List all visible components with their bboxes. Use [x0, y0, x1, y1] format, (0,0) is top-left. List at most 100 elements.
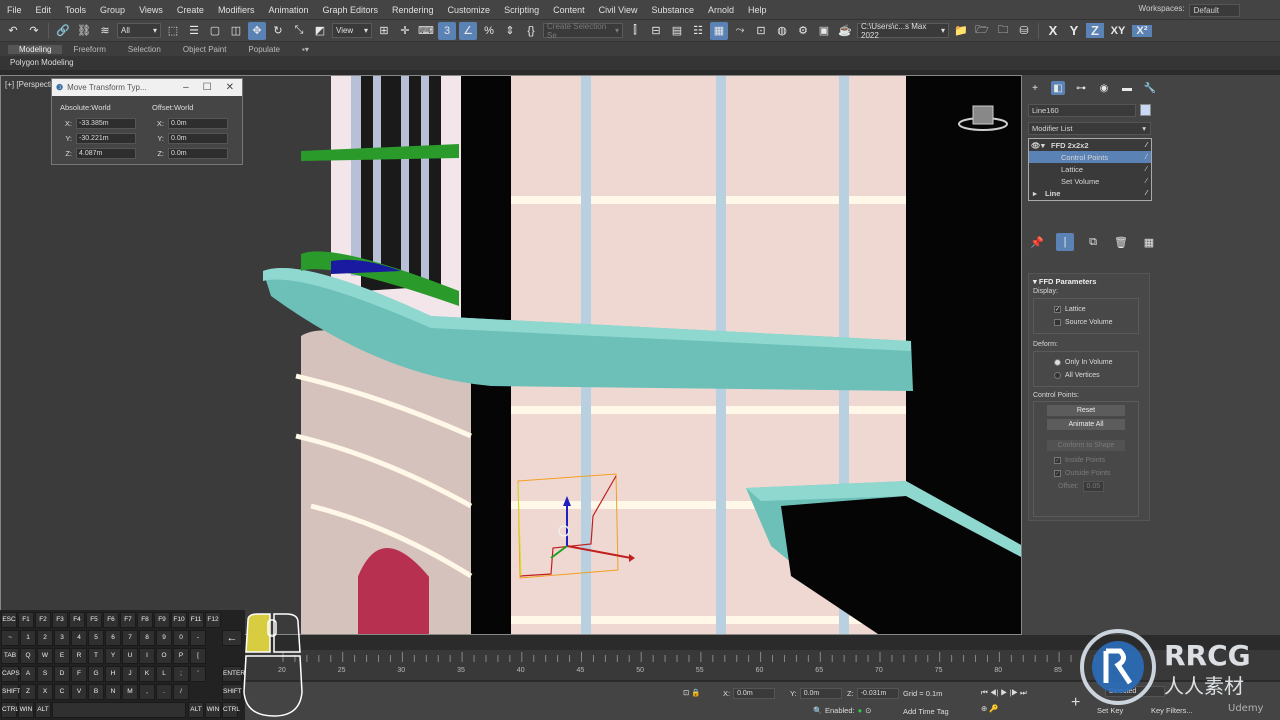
create-tab-icon[interactable]: +: [1028, 81, 1042, 95]
reset-button[interactable]: Reset: [1047, 405, 1125, 416]
menu-scripting[interactable]: Scripting: [497, 5, 546, 15]
absolute-z-spinner[interactable]: 4.087m: [76, 147, 136, 159]
ribbon-tab-object-paint[interactable]: Object Paint: [172, 45, 238, 54]
link-icon[interactable]: 🔗: [54, 22, 72, 40]
asset-tracking-icon[interactable]: ⛁: [1015, 22, 1033, 40]
utilities-tab-icon[interactable]: 🔧: [1143, 81, 1157, 95]
ribbon-tab-selection[interactable]: Selection: [117, 45, 172, 54]
playback-controls[interactable]: ⏮ ◀| ▶ |▶ ⏭: [981, 688, 1027, 698]
animate-all-button[interactable]: Animate All: [1047, 419, 1125, 430]
viewport-label[interactable]: [+] [Perspecti: [5, 80, 52, 89]
z-field[interactable]: -0.031m: [856, 688, 899, 699]
configure-modifier-sets-icon[interactable]: ▦: [1140, 233, 1158, 251]
workspace-selector[interactable]: Workspaces: Default: [1139, 4, 1240, 17]
menu-group[interactable]: Group: [93, 5, 132, 15]
eye-icon[interactable]: 👁: [1031, 141, 1041, 150]
project-folder-dropdown[interactable]: C:\Users\c...s Max 2022 ▾: [857, 22, 949, 40]
open-folder-icon[interactable]: 🗁: [973, 22, 991, 40]
move-icon[interactable]: ✥: [248, 21, 266, 40]
reference-coordinate-dropdown[interactable]: View ▾: [332, 23, 372, 38]
expand-icon[interactable]: ▾: [1041, 141, 1051, 150]
menu-customize[interactable]: Customize: [441, 5, 498, 15]
curve-editor-icon[interactable]: ⤳: [731, 22, 749, 40]
menu-edit[interactable]: Edit: [29, 5, 59, 15]
absolute-y-spinner[interactable]: -30.221m: [76, 132, 136, 144]
object-name-field[interactable]: Line160: [1028, 104, 1136, 117]
ribbon-tab-modeling[interactable]: Modeling: [8, 44, 63, 54]
percent-snap-icon[interactable]: %: [480, 22, 498, 40]
axis-y-button[interactable]: Y: [1065, 23, 1083, 38]
toggle-scene-explorer-icon[interactable]: ▤: [668, 22, 686, 40]
render-setup-icon[interactable]: ⚙: [794, 22, 812, 40]
menu-rendering[interactable]: Rendering: [385, 5, 441, 15]
manipulate-icon[interactable]: ✛: [396, 22, 414, 40]
time-tag-icon[interactable]: 🔍: [813, 706, 822, 715]
add-time-tag[interactable]: Add Time Tag: [903, 707, 949, 716]
axis-x-button[interactable]: X: [1044, 23, 1062, 38]
render-production-icon[interactable]: ☕: [836, 22, 854, 40]
spinner-snap-icon[interactable]: ⇕: [501, 22, 519, 40]
motion-tab-icon[interactable]: ◉: [1097, 81, 1111, 95]
modifier-list-dropdown[interactable]: Modifier List ▾: [1028, 122, 1151, 135]
schematic-view-icon[interactable]: ⊡: [752, 22, 770, 40]
pin-stack-icon[interactable]: 📌: [1028, 233, 1046, 251]
y-field[interactable]: 0.0m: [799, 688, 842, 699]
selection-filter-dropdown[interactable]: All ▾: [117, 23, 161, 38]
select-object-icon[interactable]: ⬚: [164, 22, 182, 40]
unlink-icon[interactable]: ⛓: [75, 22, 93, 40]
display-tab-icon[interactable]: ▬: [1120, 81, 1134, 95]
hierarchy-tab-icon[interactable]: ⊶: [1074, 81, 1088, 95]
menu-animation[interactable]: Animation: [261, 5, 315, 15]
enabled-toggle[interactable]: Enabled: ● ⊙: [825, 706, 871, 715]
offset-x-spinner[interactable]: 0.0m: [168, 117, 228, 129]
outside-points-checkbox[interactable]: ✓ Outside Points: [1034, 467, 1138, 480]
scale-icon[interactable]: ⤡: [290, 22, 308, 40]
stack-item-ffd[interactable]: 👁 ▾ FFD 2x2x2 ⁄: [1029, 139, 1151, 151]
source-volume-checkbox[interactable]: Source Volume: [1034, 316, 1138, 329]
offset-y-spinner[interactable]: 0.0m: [168, 132, 228, 144]
bind-space-warp-icon[interactable]: ≋: [96, 22, 114, 40]
inside-points-checkbox[interactable]: ✓ Inside Points: [1034, 454, 1138, 467]
maximize-icon[interactable]: ☐: [203, 82, 212, 93]
make-unique-icon[interactable]: ⧉: [1084, 233, 1102, 251]
named-selection-set-input[interactable]: Create Selection Se ▾: [543, 22, 623, 40]
save-folder-icon[interactable]: 🗀: [994, 22, 1012, 40]
axis-constraint-button[interactable]: X²: [1132, 24, 1152, 37]
mirror-icon[interactable]: ⫿: [626, 22, 644, 40]
undo-icon[interactable]: ↶: [4, 22, 22, 40]
menu-create[interactable]: Create: [170, 5, 211, 15]
rollout-title[interactable]: ▾ FFD Parameters: [1029, 274, 1149, 289]
window-crossing-icon[interactable]: ◫: [227, 22, 245, 40]
placement-icon[interactable]: ◩: [311, 22, 329, 40]
menu-civil-view[interactable]: Civil View: [592, 5, 645, 15]
close-icon[interactable]: ✕: [226, 82, 234, 93]
edit-named-selection-icon[interactable]: {}: [522, 22, 540, 40]
layer-explorer-icon[interactable]: ☷: [689, 22, 707, 40]
pivot-center-icon[interactable]: ⊞: [375, 22, 393, 40]
rendered-frame-window-icon[interactable]: ▣: [815, 22, 833, 40]
menu-modifiers[interactable]: Modifiers: [211, 5, 262, 15]
absolute-x-spinner[interactable]: -33.385m: [76, 117, 136, 129]
toggle-ribbon-icon[interactable]: ▦: [710, 21, 728, 40]
material-editor-icon[interactable]: ◍: [773, 22, 791, 40]
show-end-result-icon[interactable]: |: [1056, 233, 1074, 251]
offset-z-spinner[interactable]: 0.0m: [168, 147, 228, 159]
all-vertices-radio[interactable]: All Vertices: [1034, 369, 1138, 382]
axis-xy-button[interactable]: XY: [1107, 25, 1129, 37]
dialog-titlebar[interactable]: ❸ Move Transform Typ... – ☐ ✕: [52, 79, 242, 96]
remove-modifier-icon[interactable]: 🗑: [1112, 233, 1130, 251]
menu-help[interactable]: Help: [741, 5, 774, 15]
menu-views[interactable]: Views: [132, 5, 170, 15]
object-color-swatch[interactable]: [1140, 104, 1151, 116]
redo-icon[interactable]: ↷: [25, 22, 43, 40]
stack-item-lattice[interactable]: Lattice ⁄: [1029, 163, 1151, 175]
selection-lock-icon[interactable]: ⊡ 🔒: [683, 688, 701, 697]
ribbon-options-icon[interactable]: ▪▾: [291, 45, 320, 54]
menu-file[interactable]: File: [0, 5, 29, 15]
ribbon-tab-populate[interactable]: Populate: [237, 45, 291, 54]
stack-item-line[interactable]: ▸ Line ⁄: [1029, 187, 1151, 199]
minimize-icon[interactable]: –: [183, 82, 189, 93]
angle-snap-icon[interactable]: ∠: [459, 21, 477, 40]
align-icon[interactable]: ⊟: [647, 22, 665, 40]
menu-arnold[interactable]: Arnold: [701, 5, 741, 15]
